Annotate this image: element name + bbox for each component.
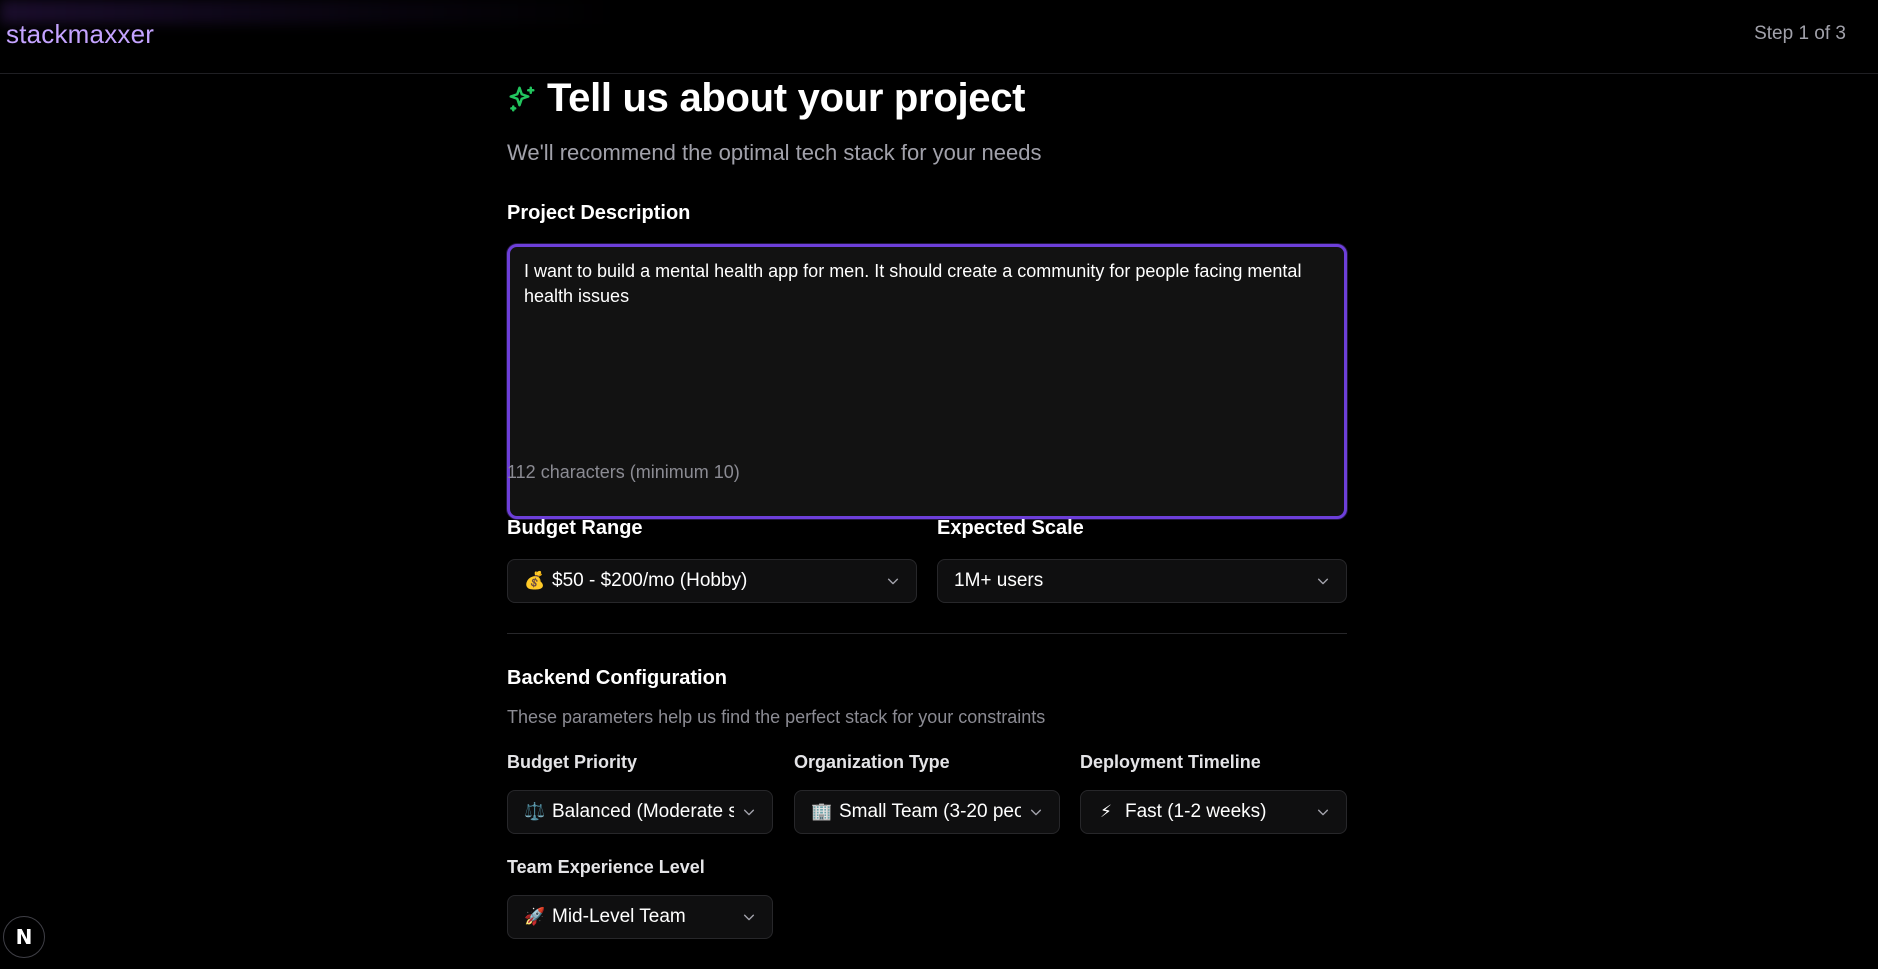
organization-type-value: Small Team (3-20 people) [839,801,1021,822]
project-description-label: Project Description [507,202,691,224]
expected-scale-select[interactable]: 1M+ users [937,559,1347,603]
nextjs-dev-badge[interactable]: N [3,916,45,958]
budget-range-label: Budget Range [507,517,643,539]
organization-type-select[interactable]: 🏢 Small Team (3-20 people) [794,790,1060,834]
rocket-icon: 🚀 [524,907,546,926]
character-counter: 112 characters (minimum 10) [507,462,740,482]
expected-scale-value: 1M+ users [954,570,1044,591]
step-indicator: Step 1 of 3 [1754,23,1846,44]
page-subtitle: We'll recommend the optimal tech stack f… [507,140,1042,165]
money-bag-icon: 💰 [524,571,546,590]
backend-config-title: Backend Configuration [507,667,728,689]
top-bar: stackmaxxer Step 1 of 3 [0,0,1878,74]
deployment-timeline-select[interactable]: ⚡ Fast (1-2 weeks) [1080,790,1347,834]
team-experience-select[interactable]: 🚀 Mid-Level Team [507,895,773,939]
page-title: Tell us about your project [547,76,1026,120]
page-heading: Tell us about your project [507,76,1025,121]
chevron-down-icon [1317,809,1329,816]
team-experience-value: Mid-Level Team [552,906,686,927]
chevron-down-icon [887,578,899,585]
brand-logo[interactable]: stackmaxxer [6,19,154,50]
chevron-down-icon [1317,578,1329,585]
chevron-down-icon [1030,809,1042,816]
lightning-icon: ⚡ [1100,802,1112,821]
balance-scale-icon: ⚖️ [524,802,546,821]
budget-priority-select[interactable]: ⚖️ Balanced (Moderate spend) [507,790,773,834]
office-building-icon: 🏢 [811,802,833,821]
deployment-timeline-label: Deployment Timeline [1080,752,1261,772]
expected-scale-label: Expected Scale [937,517,1084,539]
chevron-down-icon [743,809,755,816]
budget-range-value: $50 - $200/mo (Hobby) [552,570,748,591]
organization-type-label: Organization Type [794,752,950,772]
budget-priority-label: Budget Priority [507,752,638,772]
team-experience-label: Team Experience Level [507,857,705,877]
budget-priority-value: Balanced (Moderate spend) [552,801,734,822]
sparkles-icon [509,86,535,111]
backend-config-description: These parameters help us find the perfec… [507,707,1046,727]
section-divider [507,633,1347,634]
chevron-down-icon [743,914,755,921]
deployment-timeline-value: Fast (1-2 weeks) [1125,801,1267,822]
budget-range-select[interactable]: 💰 $50 - $200/mo (Hobby) [507,559,917,603]
